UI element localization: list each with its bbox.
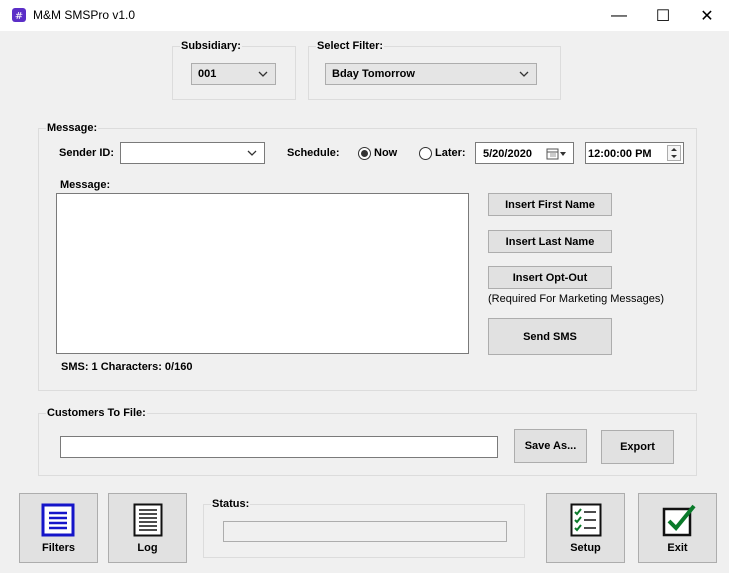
exit-button[interactable]: Exit <box>638 493 717 563</box>
schedule-label: Schedule: <box>287 147 340 159</box>
status-field <box>223 521 507 542</box>
now-radio[interactable] <box>358 147 372 161</box>
time-value: 12:00:00 PM <box>588 148 652 160</box>
calendar-icon <box>546 148 566 160</box>
exit-checkbox-icon <box>662 504 696 537</box>
log-button[interactable]: Log <box>108 493 187 563</box>
spinner-arrows-icon <box>671 148 677 158</box>
insert-first-name-button[interactable]: Insert First Name <box>488 193 612 216</box>
filters-list-icon <box>41 503 75 537</box>
log-document-icon <box>133 503 163 537</box>
subsidiary-select[interactable]: 001 <box>191 63 276 85</box>
exit-label: Exit <box>667 542 688 554</box>
chevron-down-icon <box>247 150 257 156</box>
later-radio[interactable] <box>419 147 433 161</box>
minimize-icon: — <box>611 6 627 24</box>
filters-label: Filters <box>41 542 75 554</box>
message-group-label: Message: <box>46 122 99 134</box>
opt-out-note: (Required For Marketing Messages) <box>488 293 665 305</box>
radio-circle <box>419 147 432 160</box>
sms-counter: SMS: 1 Characters: 0/160 <box>61 361 193 373</box>
setup-checklist-icon <box>570 503 602 537</box>
filters-button[interactable]: Filters <box>19 493 98 563</box>
later-label[interactable]: Later: <box>435 147 466 159</box>
chevron-down-icon <box>258 71 268 77</box>
minimize-button[interactable]: — <box>596 0 642 31</box>
maximize-icon: ☐ <box>655 7 671 25</box>
sender-id-label: Sender ID: <box>59 147 115 159</box>
radio-selected-dot <box>361 150 368 157</box>
filter-value: Bday Tomorrow <box>332 68 415 80</box>
svg-text:#: # <box>15 11 23 22</box>
window-title: M&M SMSPro v1.0 <box>33 8 136 22</box>
close-button[interactable]: ✕ <box>684 0 729 31</box>
sender-id-select[interactable] <box>120 142 265 164</box>
customers-file-label: Customers To File: <box>46 407 147 419</box>
insert-last-name-button[interactable]: Insert Last Name <box>488 230 612 253</box>
send-sms-button[interactable]: Send SMS <box>488 318 612 355</box>
message-label: Message: <box>60 179 111 191</box>
file-path-input[interactable] <box>60 436 498 458</box>
message-textarea[interactable] <box>56 193 469 354</box>
date-picker[interactable]: 5/20/2020 <box>475 142 574 164</box>
close-icon: ✕ <box>700 7 714 25</box>
setup-button[interactable]: Setup <box>546 493 625 563</box>
subsidiary-label: Subsidiary: <box>180 40 242 52</box>
filter-select[interactable]: Bday Tomorrow <box>325 63 537 85</box>
status-label: Status: <box>211 498 251 510</box>
title-bar: # M&M SMSPro v1.0 — ☐ ✕ <box>0 0 729 31</box>
subsidiary-value: 001 <box>198 68 217 80</box>
time-spinner[interactable] <box>667 145 681 161</box>
save-as-button[interactable]: Save As... <box>514 429 587 463</box>
filter-label: Select Filter: <box>316 40 385 52</box>
time-picker[interactable]: 12:00:00 PM <box>585 142 684 164</box>
maximize-button[interactable]: ☐ <box>640 0 686 31</box>
chevron-down-icon <box>519 71 529 77</box>
log-label: Log <box>137 542 158 554</box>
now-label[interactable]: Now <box>374 147 397 159</box>
export-button[interactable]: Export <box>601 430 674 464</box>
insert-opt-out-button[interactable]: Insert Opt-Out <box>488 266 612 289</box>
app-icon: # <box>11 7 27 23</box>
setup-label: Setup <box>570 542 601 554</box>
date-value: 5/20/2020 <box>483 148 532 160</box>
